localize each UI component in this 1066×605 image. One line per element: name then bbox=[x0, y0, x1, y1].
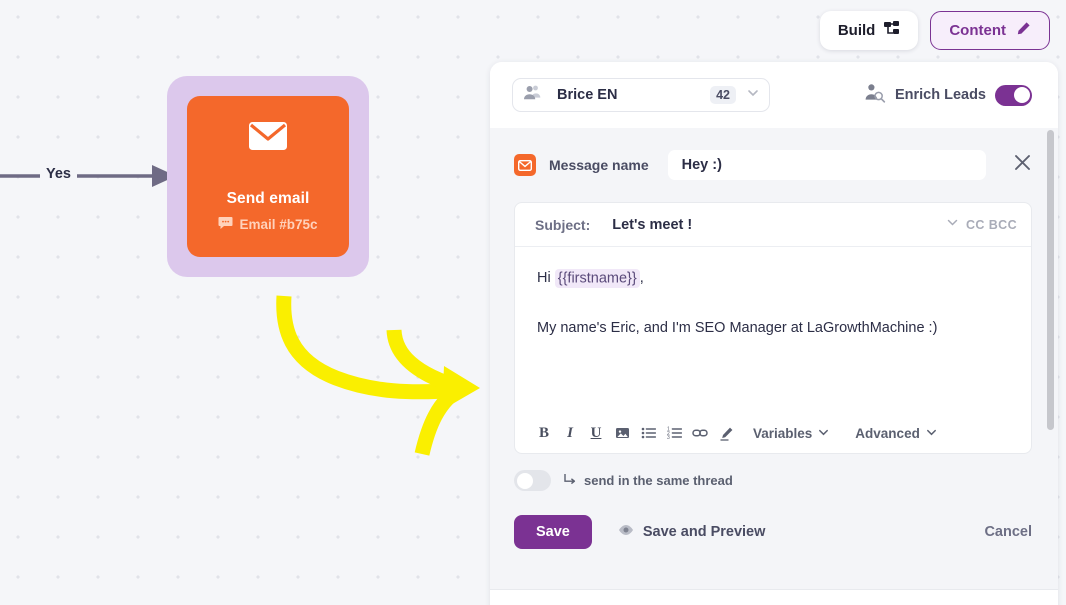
enrich-leads-toggle[interactable] bbox=[995, 84, 1032, 106]
advanced-dropdown[interactable]: Advanced bbox=[855, 426, 937, 441]
variables-label: Variables bbox=[753, 425, 813, 441]
chevron-down-icon bbox=[926, 426, 937, 441]
send-same-thread-row: send in the same thread bbox=[514, 470, 1032, 491]
thread-label-text: send in the same thread bbox=[584, 473, 733, 488]
message-name-row: Message name bbox=[514, 150, 1032, 180]
cc-bcc-label: CC BCC bbox=[965, 217, 1017, 232]
image-icon[interactable] bbox=[609, 420, 635, 446]
node-subtitle-row: Email #b75c bbox=[218, 216, 318, 233]
view-mode-buttons: Build Content bbox=[819, 11, 1050, 50]
node-send-email[interactable]: Send email Email #b75c bbox=[167, 76, 369, 277]
chevron-down-icon bbox=[746, 86, 760, 105]
edge-label-yes: Yes bbox=[40, 166, 77, 182]
editor-toolbar: B I U 1 2 3 Variables Advanced bbox=[515, 417, 1031, 453]
sitemap-icon bbox=[884, 20, 900, 41]
cancel-button[interactable]: Cancel bbox=[984, 524, 1032, 540]
node-card[interactable]: Send email Email #b75c bbox=[187, 96, 349, 257]
italic-button[interactable]: I bbox=[557, 420, 583, 446]
build-label: Build bbox=[837, 22, 876, 39]
email-body[interactable]: Hi {{firstname}}, My name's Eric, and I'… bbox=[515, 247, 1031, 417]
bulleted-list-icon[interactable] bbox=[635, 420, 661, 446]
audience-count-badge: 42 bbox=[710, 86, 736, 104]
pencil-icon bbox=[1015, 21, 1031, 41]
enrich-leads-control: Enrich Leads bbox=[864, 83, 1032, 108]
envelope-icon bbox=[248, 121, 288, 156]
enrich-leads-label: Enrich Leads bbox=[894, 87, 986, 103]
message-name-input[interactable] bbox=[667, 150, 986, 180]
scrollbar-thumb[interactable] bbox=[1047, 130, 1054, 430]
save-and-preview-label: Save and Preview bbox=[642, 524, 766, 540]
save-button[interactable]: Save bbox=[514, 515, 592, 549]
panel-actions: Save Save and Preview Cancel bbox=[514, 515, 1032, 549]
subject-label: Subject: bbox=[535, 216, 591, 233]
body-line-1: Hi {{firstname}}, bbox=[537, 267, 1011, 289]
panel-scrollbar[interactable] bbox=[1047, 130, 1054, 605]
content-label: Content bbox=[949, 22, 1006, 39]
person-search-icon bbox=[864, 83, 886, 108]
variable-chip-firstname[interactable]: {{firstname}} bbox=[554, 268, 640, 288]
body-line-2: My name's Eric, and I'm SEO Manager at L… bbox=[537, 320, 938, 336]
chat-bubble-icon bbox=[218, 216, 233, 233]
chevron-down-icon bbox=[818, 426, 829, 441]
variables-dropdown[interactable]: Variables bbox=[753, 426, 829, 441]
send-same-thread-label: send in the same thread bbox=[563, 473, 733, 489]
numbered-list-icon[interactable]: 1 2 3 bbox=[661, 420, 687, 446]
cc-bcc-toggle[interactable]: CC BCC bbox=[946, 216, 1017, 234]
panel-header: Brice EN 42 Enrich Leads bbox=[490, 62, 1058, 128]
build-button[interactable]: Build bbox=[819, 11, 919, 50]
email-editor-panel: Brice EN 42 Enrich Leads Message name He… bbox=[490, 62, 1058, 605]
panel-footer bbox=[490, 589, 1058, 605]
bold-button[interactable]: B bbox=[531, 420, 557, 446]
yellow-curved-arrow-annotation bbox=[276, 295, 480, 456]
audience-name: Brice EN bbox=[557, 87, 618, 103]
chevron-down-icon bbox=[946, 216, 959, 234]
node-subtitle: Email #b75c bbox=[239, 216, 318, 232]
arrow-branch-icon bbox=[563, 473, 576, 489]
underline-button[interactable]: U bbox=[583, 420, 609, 446]
content-button[interactable]: Content bbox=[930, 11, 1050, 50]
body-greeting: Hi bbox=[537, 270, 551, 286]
send-same-thread-toggle[interactable] bbox=[514, 470, 551, 491]
panel-body: Message name Subject: Let's meet ! CC BC… bbox=[490, 128, 1058, 605]
close-icon[interactable] bbox=[1013, 153, 1032, 177]
subject-row[interactable]: Subject: Let's meet ! CC BCC bbox=[515, 203, 1031, 247]
save-and-preview-button[interactable]: Save and Preview bbox=[618, 524, 766, 540]
body-comma: , bbox=[639, 270, 644, 286]
email-editor: Subject: Let's meet ! CC BCC Hi {{firstn… bbox=[514, 202, 1032, 454]
node-title: Send email bbox=[226, 189, 310, 207]
email-badge-icon bbox=[514, 154, 536, 176]
audience-select[interactable]: Brice EN 42 bbox=[512, 78, 770, 112]
subject-value: Let's meet ! bbox=[612, 216, 693, 233]
toggle-knob bbox=[516, 472, 533, 489]
users-icon bbox=[523, 84, 543, 107]
svg-text:3: 3 bbox=[667, 435, 670, 440]
eye-icon bbox=[618, 524, 634, 540]
advanced-label: Advanced bbox=[855, 425, 920, 441]
link-icon[interactable] bbox=[687, 420, 713, 446]
message-name-label: Message name bbox=[549, 157, 649, 173]
flow-edge bbox=[0, 165, 176, 187]
toggle-knob bbox=[1013, 87, 1030, 103]
highlighter-pen-icon[interactable] bbox=[713, 420, 739, 446]
